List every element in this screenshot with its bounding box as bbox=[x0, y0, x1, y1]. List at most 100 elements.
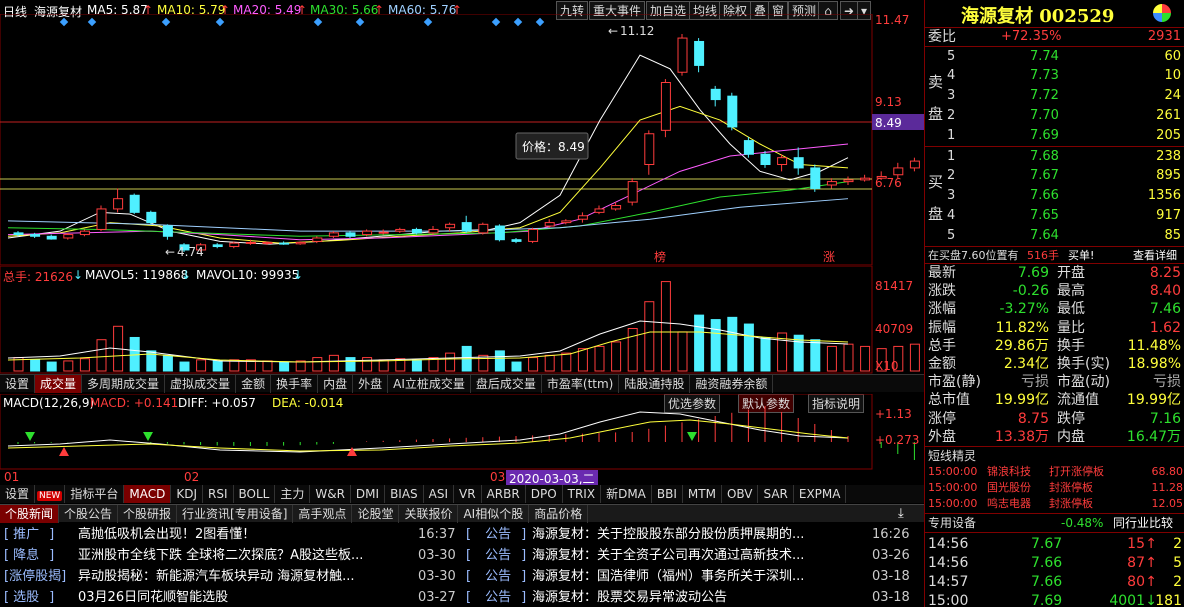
news-tab-ai-similar[interactable]: AI相似个股 bbox=[458, 505, 530, 523]
big-order-notice[interactable]: 在买盘7.60位置有 516手 买单! 查看详细 bbox=[925, 246, 1184, 263]
color-wheel-icon[interactable] bbox=[1153, 4, 1171, 22]
indicator-tab-volume[interactable]: 成交量 bbox=[35, 375, 83, 393]
indicator-tab-pe[interactable]: 市盈率(ttm) bbox=[542, 375, 620, 393]
bottom-tab-dpo[interactable]: DPO bbox=[526, 485, 563, 503]
volume-bar bbox=[478, 354, 489, 372]
news-tag: [涨停股揭] bbox=[4, 569, 67, 584]
buy-level-row[interactable]: 1 7.68 238 bbox=[925, 148, 1184, 165]
bottom-tab-platform[interactable]: 指标平台 bbox=[65, 485, 125, 503]
news-item[interactable]: [公告] 海源复材：国浩律师（福州）事务所关于深圳... 03-18 bbox=[462, 566, 922, 587]
news-tab-related[interactable]: 关联报价 bbox=[399, 505, 459, 523]
notice-detail-link[interactable]: 查看详细 bbox=[1133, 247, 1177, 264]
news-item[interactable]: [公告] 海源复材：股票交易异常波动公告 03-18 bbox=[462, 587, 922, 607]
event-markers[interactable] bbox=[59, 17, 545, 27]
sell-level-row[interactable]: 3 7.72 24 bbox=[925, 87, 1184, 104]
candle-body bbox=[677, 37, 688, 73]
indicator-tab-turnover[interactable]: 换手率 bbox=[271, 375, 319, 393]
download-icon[interactable]: ⤓ bbox=[898, 506, 904, 521]
bottom-tab-wr[interactable]: W&R bbox=[310, 485, 351, 503]
volume-chart[interactable]: 81417 40709 X10 bbox=[0, 266, 924, 374]
bottom-tab-sar[interactable]: SAR bbox=[758, 485, 794, 503]
news-tab-forum[interactable]: 论股堂 bbox=[352, 505, 400, 523]
indicator-tab-inner[interactable]: 内盘 bbox=[318, 375, 354, 393]
bottom-tab-asi[interactable]: ASI bbox=[424, 485, 455, 503]
news-item[interactable]: [公告] 海源复材：关于全资子公司再次通过高新技术... 03-26 bbox=[462, 545, 922, 566]
shortline-row[interactable]: 15:00:00 锦浪科技 打开涨停板 68.80 bbox=[925, 464, 1184, 480]
bottom-tab-boll[interactable]: BOLL bbox=[234, 485, 276, 503]
bottom-tab-mtm[interactable]: MTM bbox=[683, 485, 722, 503]
buy-level-row[interactable]: 4 7.65 917 bbox=[925, 207, 1184, 224]
bottom-tab-expma[interactable]: EXPMA bbox=[794, 485, 847, 503]
bottom-tab-newdma[interactable]: 新DMA bbox=[601, 485, 652, 503]
sell-level-row[interactable]: 2 7.70 261 bbox=[925, 107, 1184, 124]
bang-marker[interactable]: 榜 bbox=[654, 249, 666, 264]
volume-bar bbox=[411, 359, 422, 372]
indicator-tab-multi-period[interactable]: 多周期成交量 bbox=[82, 375, 166, 393]
candle-body bbox=[378, 231, 389, 234]
news-tab-commodity[interactable]: 商品价格 bbox=[529, 505, 589, 523]
high-marker: ← bbox=[608, 24, 618, 38]
event-diamond bbox=[59, 17, 69, 27]
macd-chart[interactable]: +1.13 +0.273 bbox=[0, 394, 924, 470]
zhang-marker[interactable]: 涨 bbox=[823, 249, 835, 264]
buy-level-row[interactable]: 3 7.66 1356 bbox=[925, 187, 1184, 204]
bottom-tab-bias[interactable]: BIAS bbox=[385, 485, 424, 503]
candle-body bbox=[544, 222, 555, 227]
news-item[interactable]: [选股] 03月26日同花顺智能选股 03-27 bbox=[0, 587, 460, 607]
indicator-tab-northbound[interactable]: 陆股通持股 bbox=[619, 375, 691, 393]
sell-level-row[interactable]: 5 7.74 60 bbox=[925, 48, 1184, 65]
sell-level-row[interactable]: 1 7.69 205 bbox=[925, 127, 1184, 144]
shortline-title[interactable]: 短线精灵 bbox=[928, 447, 976, 464]
event-diamond bbox=[313, 17, 323, 27]
news-item[interactable]: [涨停股揭] 异动股揭秘：新能源汽车板块异动 海源复材触... 03-30 bbox=[0, 566, 460, 587]
volume-bar bbox=[660, 281, 671, 372]
candle-body bbox=[528, 228, 539, 242]
shortline-row[interactable]: 15:00:00 鸣志电器 封涨停板 12.05 bbox=[925, 496, 1184, 512]
stat-label: 市盈(静) bbox=[928, 374, 981, 391]
indicator-tab-settings[interactable]: 设置 bbox=[0, 375, 36, 393]
indicator-tab-virtual-volume[interactable]: 虚拟成交量 bbox=[165, 375, 237, 393]
kline-chart[interactable]: 11.47 9.13 8.49 6.76 ← 11.12 ← 4.74 价格：8… bbox=[0, 14, 924, 266]
diff-line bbox=[7, 411, 849, 453]
indicator-tab-ai-volume[interactable]: AI立桩成交量 bbox=[388, 375, 471, 393]
bottom-tab-kdj[interactable]: KDJ bbox=[171, 485, 203, 503]
bottom-tab-trix[interactable]: TRIX bbox=[563, 485, 602, 503]
bottom-tab-dmi[interactable]: DMI bbox=[351, 485, 386, 503]
industry-row[interactable]: 专用设备 -0.48% 同行业比较 bbox=[925, 513, 1184, 531]
bottom-tab-main-force[interactable]: 主力 bbox=[275, 485, 311, 503]
bottom-tab-vr[interactable]: VR bbox=[454, 485, 482, 503]
news-tab-research[interactable]: 个股研报 bbox=[118, 505, 178, 523]
volume-bar bbox=[345, 357, 356, 372]
news-item[interactable]: [公告] 海源复材：关于控股股东部分股份质押展期的... 16:26 bbox=[462, 524, 922, 545]
event-diamond bbox=[87, 17, 97, 27]
buy-level-row[interactable]: 5 7.64 85 bbox=[925, 227, 1184, 244]
bottom-tab-arbr[interactable]: ARBR bbox=[482, 485, 526, 503]
industry-compare[interactable]: 同行业比较 bbox=[1113, 514, 1173, 532]
bottom-tab-settings[interactable]: 设置 bbox=[0, 485, 36, 503]
volume-bar bbox=[561, 352, 572, 372]
news-tab-stock-news[interactable]: 个股新闻 bbox=[0, 505, 60, 523]
news-tag: [推广] bbox=[4, 527, 55, 542]
stat-label: 市盈(动) bbox=[1057, 374, 1110, 391]
bottom-tab-macd[interactable]: MACD bbox=[124, 485, 172, 503]
indicator-tab-after-hours[interactable]: 盘后成交量 bbox=[471, 375, 542, 393]
bottom-tab-obv[interactable]: OBV bbox=[722, 485, 759, 503]
news-tab-industry[interactable]: 行业资讯[专用设备] bbox=[177, 505, 294, 523]
news-title: 海源复材：关于控股股东部分股份质押展期的... bbox=[532, 527, 805, 542]
sell-level-row[interactable]: 4 7.73 10 bbox=[925, 67, 1184, 84]
news-tab-announcements[interactable]: 个股公告 bbox=[59, 505, 119, 523]
shortline-row[interactable]: 15:00:00 国光股份 封涨停板 11.28 bbox=[925, 480, 1184, 496]
news-time: 03-18 bbox=[872, 590, 910, 605]
indicator-tab-amount[interactable]: 金额 bbox=[236, 375, 272, 393]
news-item[interactable]: [推广] 高抛低吸机会出现！2图看懂！ 16:37 bbox=[0, 524, 460, 545]
bottom-tab-bbi[interactable]: BBI bbox=[652, 485, 683, 503]
news-item[interactable]: [降息] 亚洲股市全线下跌 全球将二次探底？A股这些板... 03-30 bbox=[0, 545, 460, 566]
buy-level-row[interactable]: 2 7.67 895 bbox=[925, 167, 1184, 184]
weibi-label: 委比 bbox=[928, 29, 956, 45]
volume-bar bbox=[677, 331, 688, 372]
news-tab-expert[interactable]: 高手观点 bbox=[293, 505, 353, 523]
indicator-tab-outer[interactable]: 外盘 bbox=[353, 375, 389, 393]
indicator-tab-margin[interactable]: 融资融券余额 bbox=[690, 375, 774, 393]
bottom-tab-rsi[interactable]: RSI bbox=[203, 485, 234, 503]
candle-body bbox=[743, 140, 754, 155]
